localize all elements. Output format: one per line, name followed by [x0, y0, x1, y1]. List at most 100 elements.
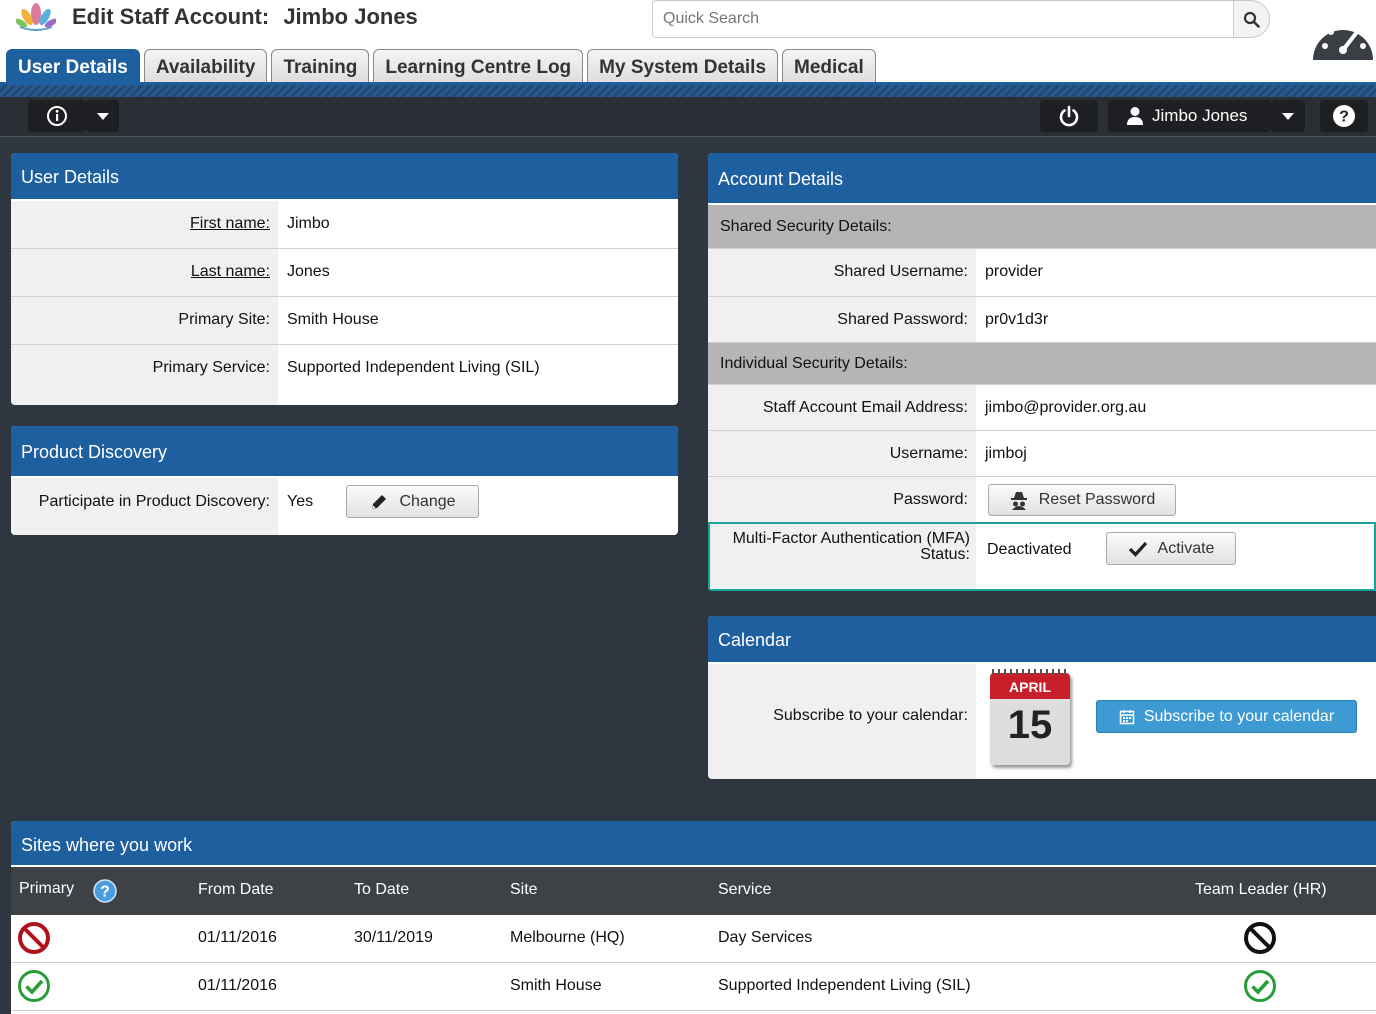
tab-availability[interactable]: Availability [143, 49, 268, 84]
user-icon [1127, 107, 1143, 125]
tab-my-system-details[interactable]: My System Details [587, 49, 779, 84]
user-menu-button[interactable]: Jimbo Jones [1108, 100, 1271, 132]
calendar-icon [1119, 709, 1135, 724]
info-dropdown-button[interactable] [86, 100, 119, 132]
subscribe-calendar-button[interactable]: Subscribe to your calendar [1096, 700, 1357, 733]
panel-title: Calendar [708, 616, 1376, 664]
page-title: Edit Staff Account: Jimbo Jones [72, 4, 418, 30]
password-row: Password: Reset Password [708, 477, 1376, 523]
product-discovery-row: Participate in Product Discovery: Yes Ch… [11, 478, 678, 535]
search-icon [1243, 11, 1260, 28]
shared-username-row: Shared Username: provider [708, 249, 1376, 297]
shared-username-value: provider [985, 263, 1043, 280]
sites-panel: Sites where you work Primary ? From Date… [11, 821, 1376, 1014]
incognito-icon [1010, 492, 1027, 510]
cell-site: Melbourne (HQ) [510, 929, 625, 946]
help-button[interactable]: ? [1320, 100, 1368, 132]
product-discovery-value: Yes [287, 493, 314, 510]
info-icon [47, 106, 67, 126]
tab-medical[interactable]: Medical [782, 49, 876, 84]
first-name-label[interactable]: First name: [190, 215, 270, 232]
shared-password-value: pr0v1d3r [985, 311, 1049, 328]
reset-password-label: Reset Password [1038, 491, 1156, 508]
col-to-date[interactable]: To Date [354, 881, 409, 899]
logout-button[interactable] [1040, 100, 1098, 132]
toolbar: Jimbo Jones ? [0, 97, 1376, 137]
primary-service-label: Primary Service: [11, 345, 278, 405]
col-primary[interactable]: Primary [19, 880, 74, 898]
tab-training[interactable]: Training [271, 49, 370, 84]
col-site[interactable]: Site [510, 881, 538, 899]
calendar-date-icon: APRIL 15 [990, 669, 1072, 765]
info-button[interactable] [28, 100, 86, 132]
subscribe-calendar-label: Subscribe to your calendar [1143, 707, 1335, 725]
panel-title: Product Discovery [11, 426, 678, 478]
primary-service-value: Supported Independent Living (SIL) [287, 359, 540, 376]
search-button[interactable] [1233, 0, 1270, 38]
email-label: Staff Account Email Address: [708, 385, 976, 430]
page-title-name: Jimbo Jones [283, 4, 418, 29]
activate-mfa-label: Activate [1157, 539, 1215, 557]
user-details-panel: User Details First name: Jimbo Last name… [11, 153, 678, 405]
col-from-date[interactable]: From Date [198, 881, 274, 899]
panel-title: User Details [11, 153, 678, 201]
col-service[interactable]: Service [718, 881, 771, 899]
primary-site-value: Smith House [287, 311, 379, 328]
dashboard-gauge-icon[interactable] [1311, 12, 1375, 62]
check-circle-icon [1244, 970, 1276, 1002]
individual-security-heading: Individual Security Details: [708, 343, 1376, 385]
product-discovery-panel: Product Discovery Participate in Product… [11, 426, 678, 535]
chevron-down-icon [1282, 112, 1294, 120]
mfa-label-line-2: Status: [920, 546, 970, 563]
user-menu-name: Jimbo Jones [1152, 106, 1248, 125]
no-entry-icon [1244, 922, 1276, 954]
svg-text:?: ? [1339, 109, 1349, 126]
app-header: Edit Staff Account: Jimbo Jones User Det… [0, 0, 1376, 85]
change-button[interactable]: Change [346, 485, 479, 518]
tab-user-details[interactable]: User Details [6, 49, 140, 84]
user-menu-dropdown[interactable] [1271, 100, 1305, 132]
change-button-label: Change [399, 492, 456, 510]
activate-mfa-button[interactable]: Activate [1106, 532, 1236, 565]
power-icon [1059, 105, 1079, 127]
calendar-panel: Calendar Subscribe to your calendar: APR… [708, 616, 1376, 779]
mfa-status-value: Deactivated [987, 541, 1072, 558]
email-row: Staff Account Email Address: jimbo@provi… [708, 385, 1376, 431]
calendar-subscribe-row: Subscribe to your calendar: APRIL 15 Sub… [708, 664, 1376, 779]
last-name-row: Last name: Jones [11, 249, 678, 297]
product-discovery-label: Participate in Product Discovery: [11, 478, 278, 535]
check-circle-icon [18, 970, 50, 1002]
mfa-label-line-1: Multi-Factor Authentication (MFA) [732, 530, 970, 547]
col-team-leader[interactable]: Team Leader (HR) [1195, 881, 1327, 899]
mfa-row: Multi-Factor Authentication (MFA) Status… [708, 522, 1376, 591]
primary-service-row: Primary Service: Supported Independent L… [11, 345, 678, 405]
svg-text:?: ? [100, 884, 110, 901]
table-row[interactable]: 01/11/2016 30/11/2019 Melbourne (HQ) Day… [11, 915, 1376, 963]
quick-search-input[interactable] [652, 0, 1234, 38]
primary-site-row: Primary Site: Smith House [11, 297, 678, 345]
shared-password-row: Shared Password: pr0v1d3r [708, 297, 1376, 343]
no-entry-icon [18, 922, 50, 954]
page-title-prefix: Edit Staff Account: [72, 4, 270, 29]
chevron-down-icon [96, 112, 109, 120]
shared-username-label: Shared Username: [708, 249, 976, 296]
username-label: Username: [708, 431, 976, 476]
help-circle-icon[interactable]: ? [93, 879, 117, 903]
cell-service: Supported Independent Living (SIL) [718, 977, 971, 994]
reset-password-button[interactable]: Reset Password [988, 484, 1176, 516]
tab-bar: User Details Availability Training Learn… [6, 49, 876, 84]
username-value: jimboj [985, 445, 1027, 462]
cell-from-date: 01/11/2016 [198, 929, 277, 946]
last-name-label[interactable]: Last name: [191, 263, 270, 280]
tab-learning-centre-log[interactable]: Learning Centre Log [373, 49, 584, 84]
cell-from-date: 01/11/2016 [198, 977, 277, 994]
primary-site-label: Primary Site: [11, 297, 278, 344]
first-name-row: First name: Jimbo [11, 201, 678, 249]
table-header: Primary ? From Date To Date Site Service… [11, 867, 1376, 915]
calendar-subscribe-label: Subscribe to your calendar: [708, 664, 976, 779]
username-row: Username: jimboj [708, 431, 1376, 477]
first-name-value: Jimbo [287, 215, 330, 232]
cell-site: Smith House [510, 977, 602, 994]
table-row[interactable]: 01/11/2016 Smith House Supported Indepen… [11, 963, 1376, 1011]
lotus-logo-icon [16, 3, 56, 31]
